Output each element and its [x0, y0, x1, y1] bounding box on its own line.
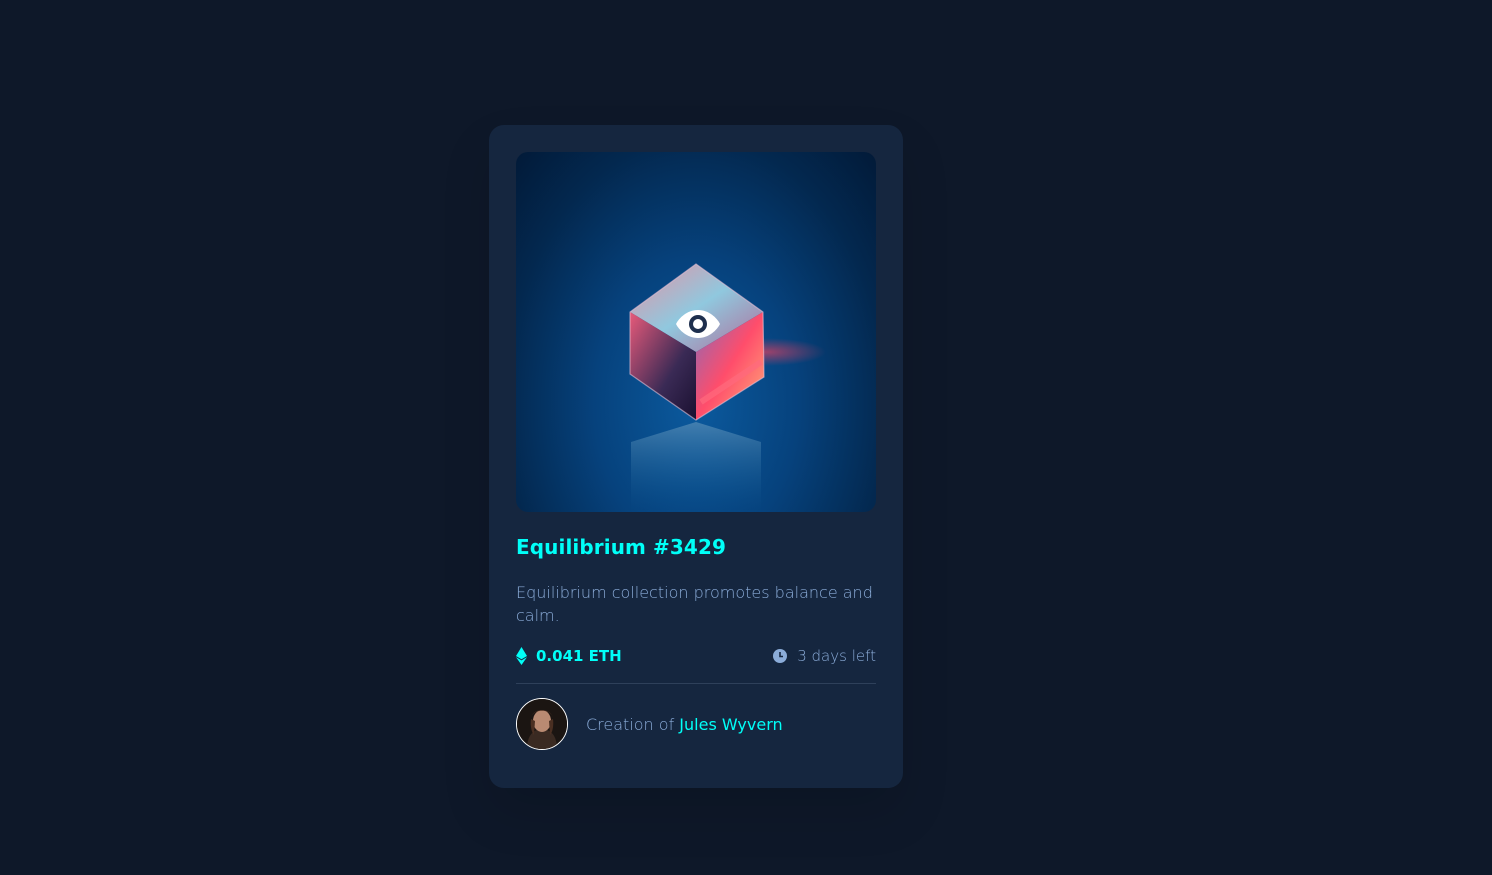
eye-icon[interactable] — [675, 308, 721, 340]
nft-image[interactable] — [516, 152, 876, 512]
nft-meta: 0.041 ETH 3 days left — [516, 646, 876, 666]
clock-icon — [773, 649, 788, 663]
avatar — [516, 698, 568, 750]
creator-prefix: Creation of — [586, 714, 680, 734]
nft-price: 0.041 ETH — [536, 647, 622, 665]
nft-description: Equilibrium collection promotes balance … — [516, 583, 873, 625]
time-group: 3 days left — [773, 647, 876, 665]
creator-name-link[interactable]: Jules Wyvern — [679, 715, 782, 734]
time-left: 3 days left — [797, 647, 876, 665]
price-group: 0.041 ETH — [516, 647, 622, 665]
ethereum-icon — [516, 647, 527, 665]
creator-row: Creation of Jules Wyvern — [516, 698, 876, 750]
divider — [516, 683, 876, 684]
creator-text: Creation of Jules Wyvern — [586, 715, 783, 734]
nft-title[interactable]: Equilibrium #3429 — [516, 536, 876, 558]
nft-card: Equilibrium #3429 Equilibrium collection… — [489, 125, 903, 788]
